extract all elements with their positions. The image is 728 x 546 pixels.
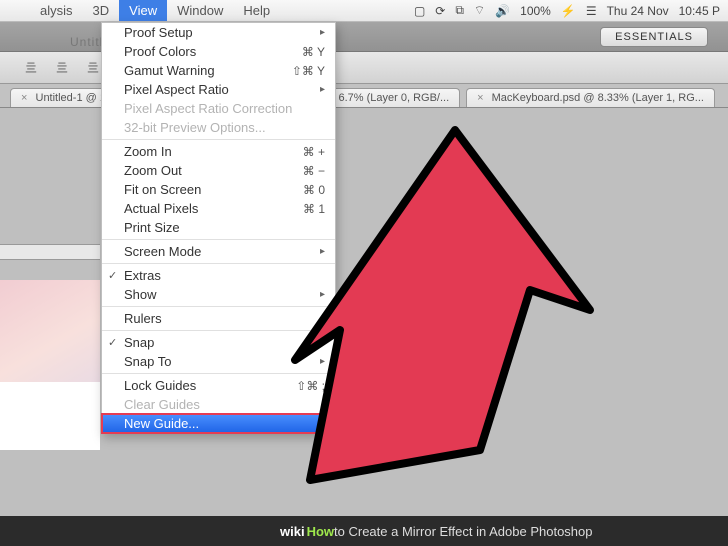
menu-item-print-size[interactable]: Print Size	[102, 218, 335, 237]
menu-item-pixel-aspect-ratio-correction: Pixel Aspect Ratio Correction	[102, 99, 335, 118]
menu-shortcut: ⌘ −	[303, 164, 325, 178]
menu-item-label: 32-bit Preview Options...	[124, 120, 266, 135]
menu-item-label: Gamut Warning	[124, 63, 215, 78]
document-tab[interactable]: × MacKeyboard.psd @ 8.33% (Layer 1, RG..…	[466, 88, 715, 107]
menu-item-proof-colors[interactable]: Proof Colors ⌘ Y	[102, 42, 335, 61]
sync-icon: ⟳	[435, 4, 445, 18]
menu-item-pixel-aspect-ratio[interactable]: Pixel Aspect Ratio	[102, 80, 335, 99]
image-content	[0, 280, 100, 382]
status-date: Thu 24 Nov	[607, 4, 669, 18]
menu-item-label: Lock Guides	[124, 378, 196, 393]
tray-icon: ☰	[586, 4, 597, 18]
menubar-item[interactable]: alysis	[30, 0, 83, 21]
view-menu-dropdown: Proof Setup Proof Colors ⌘ Y Gamut Warning ⇧…	[101, 22, 336, 434]
status-tray: ▢ ⟳ ⧉ ⌔ 🔊 100% ⚡ ☰ Thu 24 Nov 10:45 P	[414, 3, 728, 18]
status-time: 10:45 P	[679, 4, 720, 18]
brand-wiki: wiki	[280, 524, 305, 539]
menu-shortcut: ⌘ +	[303, 145, 325, 159]
document-tab-label: Untitled-1 @ 1	[36, 92, 106, 104]
menu-item-label: Pixel Aspect Ratio	[124, 82, 229, 97]
menu-item-fit-on-screen[interactable]: Fit on Screen ⌘ 0	[102, 180, 335, 199]
menubar-item[interactable]: Help	[233, 0, 280, 21]
workspace-essentials-button[interactable]: ESSENTIALS	[600, 27, 708, 47]
menu-item-zoom-out[interactable]: Zoom Out ⌘ −	[102, 161, 335, 180]
document-tab-label: 6.7% (Layer 0, RGB/...	[338, 92, 449, 104]
menu-item-zoom-in[interactable]: Zoom In ⌘ +	[102, 142, 335, 161]
menu-item-rulers[interactable]: Rulers	[102, 309, 335, 328]
airplay-icon: ▢	[414, 4, 425, 18]
menu-item-screen-mode[interactable]: Screen Mode	[102, 242, 335, 261]
bluetooth-icon: ⧉	[455, 3, 464, 18]
menu-item-snap-to[interactable]: Snap To	[102, 352, 335, 371]
menu-shortcut: ⌘ Y	[302, 45, 325, 59]
menu-item-32-bit-preview-options: 32-bit Preview Options...	[102, 118, 335, 137]
menu-item-label: Rulers	[124, 311, 162, 326]
menu-item-actual-pixels[interactable]: Actual Pixels ⌘ 1	[102, 199, 335, 218]
align-icon[interactable]: 亖	[87, 59, 100, 76]
wikihow-footer: wikiHow to Create a Mirror Effect in Ado…	[0, 516, 728, 546]
menu-item-gamut-warning[interactable]: Gamut Warning ⇧⌘ Y	[102, 61, 335, 80]
ruler-horizontal	[0, 244, 100, 260]
menu-item-snap[interactable]: Snap	[102, 333, 335, 352]
menu-item-label: Actual Pixels	[124, 201, 198, 216]
menubar-item-view[interactable]: View	[119, 0, 167, 21]
menu-item-label: Show	[124, 287, 157, 302]
menu-item-label: New Guide...	[124, 416, 199, 431]
menu-shortcut: ⌘ 1	[303, 202, 325, 216]
menu-item-label: Snap To	[124, 354, 171, 369]
menu-item-lock-guides[interactable]: Lock Guides ⇧⌘ ;	[102, 376, 335, 395]
document-tab-label: MacKeyboard.psd @ 8.33% (Layer 1, RG...	[492, 92, 704, 104]
menu-item-label: Print Size	[124, 220, 180, 235]
align-icon[interactable]: 亖	[56, 59, 69, 76]
menu-item-proof-setup[interactable]: Proof Setup	[102, 23, 335, 42]
menu-item-label: Proof Colors	[124, 44, 196, 59]
footer-title: to Create a Mirror Effect in Adobe Photo…	[334, 524, 592, 539]
menu-item-label: Proof Setup	[124, 25, 193, 40]
menu-item-label: Snap	[124, 335, 154, 350]
close-icon[interactable]: ×	[21, 92, 27, 104]
menu-item-label: Screen Mode	[124, 244, 201, 259]
mac-menubar: alysis 3D View Window Help ▢ ⟳ ⧉ ⌔ 🔊 100…	[0, 0, 728, 22]
menu-item-show[interactable]: Show	[102, 285, 335, 304]
battery-icon: ⚡	[561, 4, 576, 18]
menu-item-label: Fit on Screen	[124, 182, 201, 197]
close-icon[interactable]: ×	[477, 92, 483, 104]
wifi-icon: ⌔	[474, 3, 485, 18]
battery-percent: 100%	[520, 4, 551, 18]
align-icon[interactable]: 亖	[25, 59, 38, 76]
menu-shortcut: ⌘ 0	[303, 183, 325, 197]
menu-shortcut: ⇧⌘ ;	[296, 379, 325, 393]
menu-item-clear-guides: Clear Guides	[102, 395, 335, 414]
volume-icon: 🔊	[495, 4, 510, 18]
menu-item-label: Clear Guides	[124, 397, 200, 412]
menu-item-label: Pixel Aspect Ratio Correction	[124, 101, 292, 116]
menu-shortcut: ⇧⌘ Y	[292, 64, 325, 78]
menu-item-label: Zoom In	[124, 144, 172, 159]
menubar-item[interactable]: Window	[167, 0, 233, 21]
menu-item-extras[interactable]: Extras	[102, 266, 335, 285]
menubar-item[interactable]: 3D	[83, 0, 120, 21]
menu-item-label: Extras	[124, 268, 161, 283]
menu-item-new-guide[interactable]: New Guide...	[102, 414, 335, 433]
menu-item-label: Zoom Out	[124, 163, 182, 178]
document-canvas[interactable]	[0, 280, 100, 450]
brand-how: How	[307, 524, 334, 539]
